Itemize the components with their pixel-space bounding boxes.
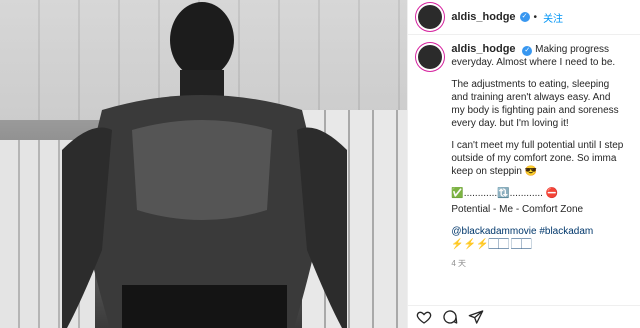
instagram-post: aldis_hodge ✓ • 关注 aldis_hodge ✓ Making … bbox=[0, 0, 640, 328]
caption-para-1: aldis_hodge ✓ Making progress everyday. … bbox=[451, 43, 626, 69]
caption-username[interactable]: aldis_hodge bbox=[451, 43, 515, 55]
man-figure bbox=[62, 2, 347, 328]
share-icon[interactable] bbox=[468, 309, 484, 325]
heart-icon[interactable] bbox=[416, 309, 432, 325]
caption-para-3: I can't meet my full potential until I s… bbox=[451, 140, 624, 177]
follow-button[interactable]: 关注 bbox=[543, 10, 563, 25]
post-photo[interactable] bbox=[0, 0, 408, 328]
caption-avatar[interactable] bbox=[418, 45, 443, 69]
post-sidebar: aldis_hodge ✓ • 关注 aldis_hodge ✓ Making … bbox=[407, 0, 640, 328]
caption: aldis_hodge ✓ Making progress everyday. … bbox=[408, 35, 640, 270]
header-username[interactable]: aldis_hodge bbox=[451, 11, 515, 23]
caption-verified-icon: ✓ bbox=[522, 46, 533, 56]
comment-icon[interactable] bbox=[442, 309, 458, 325]
caption-body: aldis_hodge ✓ Making progress everyday. … bbox=[451, 43, 626, 270]
post-time[interactable]: 4 天 bbox=[451, 257, 626, 270]
separator-dot: • bbox=[533, 11, 538, 23]
verified-icon: ✓ bbox=[519, 12, 530, 22]
caption-hashtags[interactable]: @blackadammovie #blackadam ⚡⚡⚡🏻🏻 🏻🏻 bbox=[451, 225, 626, 251]
caption-para-4: ✅............🔃............ ⛔ bbox=[451, 188, 559, 199]
caption-para-2: The adjustments to eating, sleeping and … bbox=[451, 79, 619, 129]
action-bar bbox=[408, 305, 640, 328]
post-header: aldis_hodge ✓ • 关注 bbox=[408, 0, 640, 35]
caption-para-5: Potential - Me - Comfort Zone bbox=[451, 204, 584, 215]
avatar[interactable] bbox=[418, 5, 443, 29]
